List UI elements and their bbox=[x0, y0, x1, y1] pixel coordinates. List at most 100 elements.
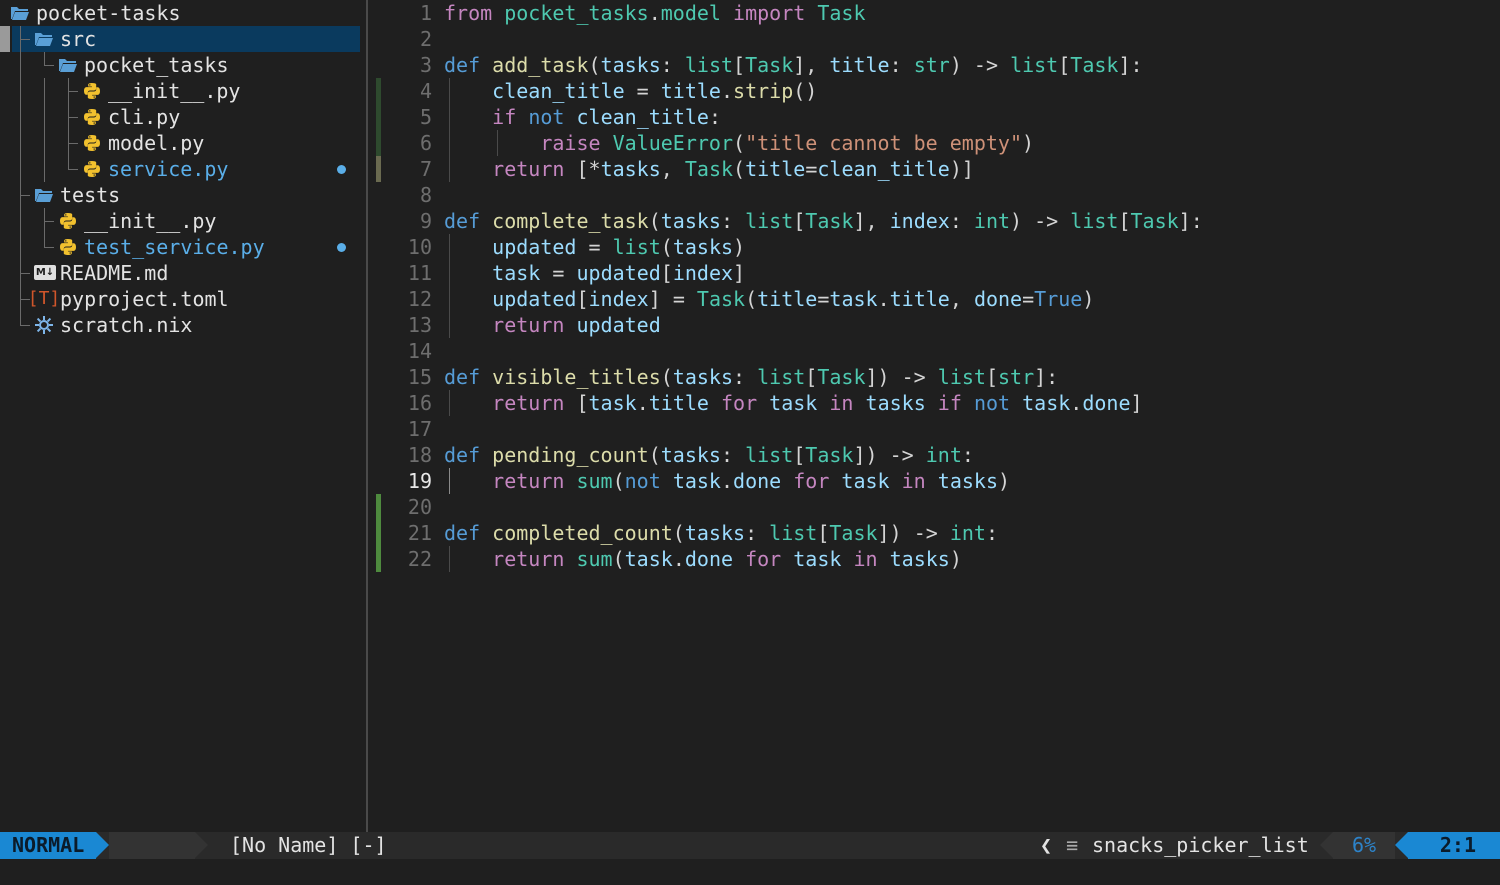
code-text: clean_title = title.strip() bbox=[492, 79, 818, 103]
line-number: 2 bbox=[419, 27, 432, 51]
explorer-item[interactable]: test_service.py bbox=[0, 234, 366, 260]
python-icon bbox=[82, 107, 102, 127]
code-text: def completed_count(tasks: list[Task]) -… bbox=[444, 521, 998, 545]
code-line[interactable]: 5 if not clean_title: bbox=[368, 104, 1500, 130]
line-number: 22 bbox=[407, 547, 432, 571]
line-number: 13 bbox=[407, 313, 432, 337]
code-line[interactable]: 13 return updated bbox=[368, 312, 1500, 338]
explorer-item[interactable]: [T] pyproject.toml bbox=[0, 286, 366, 312]
folder-open-icon bbox=[34, 29, 54, 49]
line-number: 1 bbox=[419, 1, 432, 25]
tree-guide bbox=[20, 195, 30, 196]
explorer-item[interactable]: cli.py bbox=[0, 104, 366, 130]
explorer-root-label: pocket-tasks bbox=[36, 1, 181, 25]
code-line[interactable]: 8 bbox=[368, 182, 1500, 208]
code-line[interactable]: 11 task = updated[index] bbox=[368, 260, 1500, 286]
list-icon: ≡ bbox=[1066, 833, 1079, 857]
command-line[interactable] bbox=[0, 859, 1500, 885]
line-number: 9 bbox=[419, 209, 432, 233]
line-number: 7 bbox=[419, 157, 432, 181]
code-text: def visible_titles(tasks: list[Task]) ->… bbox=[444, 365, 1059, 389]
explorer-item[interactable]: __init__.py bbox=[0, 208, 366, 234]
tree-guide bbox=[68, 169, 78, 170]
code-line[interactable]: 3 def add_task(tasks: list[Task], title: … bbox=[368, 52, 1500, 78]
code-line[interactable]: 10 updated = list(tasks) bbox=[368, 234, 1500, 260]
code-line[interactable]: 14 bbox=[368, 338, 1500, 364]
folder-open-icon bbox=[34, 185, 54, 205]
explorer-item[interactable]: model.py bbox=[0, 130, 366, 156]
file-name: [No Name] [-] bbox=[230, 833, 387, 857]
code-line[interactable]: 20 bbox=[368, 494, 1500, 520]
code-line[interactable]: 2 bbox=[368, 26, 1500, 52]
tree-guide bbox=[44, 130, 45, 156]
code-line[interactable]: 15 def visible_titles(tasks: list[Task]) … bbox=[368, 364, 1500, 390]
git-branch[interactable]: ᚠ main bbox=[109, 832, 203, 884]
code-line[interactable]: 1 from pocket_tasks.model import Task bbox=[368, 0, 1500, 26]
explorer-item-label: src bbox=[60, 27, 97, 51]
tree-guide bbox=[20, 273, 30, 274]
git-sign bbox=[376, 520, 381, 546]
explorer-item-label: pyproject.toml bbox=[60, 287, 229, 311]
line-number: 11 bbox=[407, 261, 432, 285]
code-line[interactable]: 17 bbox=[368, 416, 1500, 442]
tree-guide bbox=[20, 39, 30, 40]
git-sign bbox=[376, 130, 381, 156]
tree-guide bbox=[20, 208, 21, 234]
tree-guide bbox=[20, 325, 30, 326]
python-icon bbox=[82, 133, 102, 153]
explorer-item[interactable]: tests bbox=[0, 182, 366, 208]
file-explorer[interactable]: pocket-tasks src pocket_tasks __init__.py c… bbox=[0, 0, 366, 832]
explorer-root[interactable]: pocket-tasks bbox=[0, 0, 366, 26]
scroll-percent: 6% bbox=[1333, 832, 1395, 859]
tree-guide bbox=[68, 117, 78, 118]
line-number: 10 bbox=[407, 235, 432, 259]
toml-icon: [T] bbox=[27, 288, 61, 309]
explorer-item-label: README.md bbox=[60, 261, 169, 285]
explorer-item[interactable]: M↓ README.md bbox=[0, 260, 366, 286]
code-line[interactable]: 16 return [task.title for task in tasks … bbox=[368, 390, 1500, 416]
line-number: 19 bbox=[407, 469, 432, 493]
code-line[interactable]: 21 def completed_count(tasks: list[Task])… bbox=[368, 520, 1500, 546]
line-number: 20 bbox=[407, 495, 432, 519]
tree-guide bbox=[68, 91, 78, 92]
position-separator bbox=[1395, 832, 1408, 858]
tree-guide bbox=[44, 234, 45, 247]
code-line[interactable]: 22 return sum(task.done for task in task… bbox=[368, 546, 1500, 572]
code-line[interactable]: 7 return [*tasks, Task(title=clean_title… bbox=[368, 156, 1500, 182]
code-text: raise ValueError("title cannot be empty"… bbox=[540, 131, 1035, 155]
line-number: 6 bbox=[419, 131, 432, 155]
git-sign bbox=[376, 156, 381, 182]
explorer-item[interactable]: service.py bbox=[0, 156, 366, 182]
folder-open-icon bbox=[10, 3, 30, 23]
code-text: task = updated[index] bbox=[492, 261, 746, 285]
git-sign bbox=[376, 104, 381, 130]
explorer-item-label: __init__.py bbox=[84, 209, 217, 233]
explorer-item-label: service.py bbox=[108, 157, 229, 181]
markdown-icon: M↓ bbox=[34, 265, 56, 280]
modified-dot-icon bbox=[337, 165, 346, 174]
git-sign bbox=[376, 78, 381, 104]
mode-indicator: NORMAL bbox=[0, 832, 96, 859]
line-number: 18 bbox=[407, 443, 432, 467]
mode-separator bbox=[96, 832, 109, 858]
python-icon bbox=[58, 237, 78, 257]
code-line[interactable]: 18 def pending_count(tasks: list[Task]) -… bbox=[368, 442, 1500, 468]
code-line[interactable]: 9 def complete_task(tasks: list[Task], in… bbox=[368, 208, 1500, 234]
tree-guide bbox=[44, 65, 54, 66]
statusline: NORMAL ᚠ main [No Name] [-] ❮ ≡ snacks_p… bbox=[0, 832, 1500, 884]
code-line[interactable]: 19 return sum(not task.done for task in … bbox=[368, 468, 1500, 494]
code-text: return [*tasks, Task(title=clean_title)] bbox=[492, 157, 974, 181]
explorer-item[interactable]: src bbox=[0, 26, 366, 52]
tree-guide bbox=[44, 156, 45, 182]
code-line[interactable]: 12 updated[index] = Task(title=task.titl… bbox=[368, 286, 1500, 312]
explorer-item[interactable]: pocket_tasks bbox=[0, 52, 366, 78]
explorer-item[interactable]: __init__.py bbox=[0, 78, 366, 104]
code-line[interactable]: 4 clean_title = title.strip() bbox=[368, 78, 1500, 104]
explorer-item[interactable]: scratch.nix bbox=[0, 312, 366, 338]
code-editor[interactable]: 1 from pocket_tasks.model import Task 2 3 de… bbox=[368, 0, 1500, 832]
line-number: 4 bbox=[419, 79, 432, 103]
modified-dot-icon bbox=[337, 243, 346, 252]
branch-separator bbox=[195, 832, 208, 858]
code-line[interactable]: 6 raise ValueError("title cannot be empt… bbox=[368, 130, 1500, 156]
code-text: return [task.title for task in tasks if … bbox=[492, 391, 1143, 415]
